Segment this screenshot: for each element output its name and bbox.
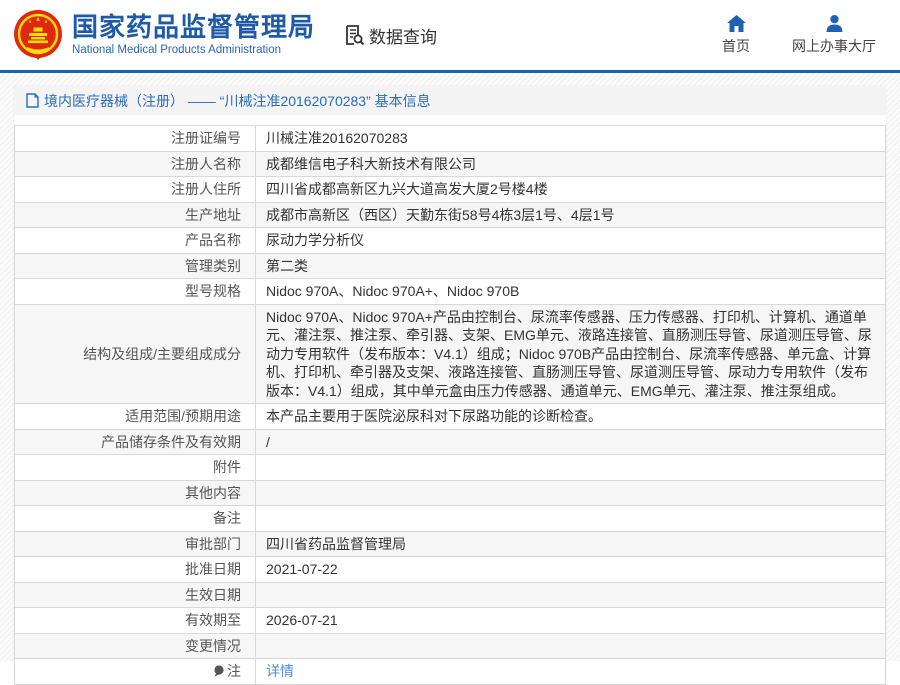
nav-home[interactable]: 首页	[722, 15, 750, 56]
row-label-text: 注册证编号	[171, 130, 241, 146]
row-label-text: 批准日期	[185, 561, 241, 577]
row-label-text: 审批部门	[185, 536, 241, 552]
row-label-text: 产品名称	[185, 232, 241, 248]
person-icon	[825, 15, 844, 32]
agency-name-zh: 国家药品监督管理局	[72, 13, 315, 42]
table-row: 产品名称尿动力学分析仪	[15, 228, 886, 254]
table-row: 附件	[15, 455, 886, 481]
table-row: 注册人住所四川省成都高新区九兴大道高发大厦2号楼4楼	[15, 177, 886, 203]
table-row: 管理类别第二类	[15, 253, 886, 279]
home-icon	[727, 15, 746, 32]
row-label: 管理类别	[15, 253, 256, 279]
content-panel: 境内医疗器械（注册） —— “川械注准20162070283” 基本信息 注册证…	[14, 86, 886, 685]
row-value: 成都维信电子科大新技术有限公司	[256, 151, 886, 177]
row-label-text: 适用范围/预期用途	[125, 408, 241, 424]
detail-link[interactable]: 详情	[266, 663, 294, 679]
row-label-text: 型号规格	[185, 283, 241, 299]
agency-name-en: National Medical Products Administration	[72, 44, 315, 57]
row-label-text: 注	[227, 663, 241, 679]
nav-data-query[interactable]: 数据查询	[343, 23, 437, 48]
row-label-text: 产品储存条件及有效期	[101, 434, 241, 450]
table-row: 批准日期 2021-07-22	[15, 557, 886, 583]
document-search-icon	[343, 24, 365, 46]
row-label-text: 有效期至	[185, 612, 241, 628]
breadcrumb-text: 境内医疗器械（注册） —— “川械注准20162070283” 基本信息	[44, 91, 431, 111]
row-value: Nidoc 970A、Nidoc 970A+、Nidoc 970B	[256, 279, 886, 305]
table-row: 审批部门四川省药品监督管理局	[15, 531, 886, 557]
table-row: 产品储存条件及有效期 /	[15, 429, 886, 455]
table-row: 适用范围/预期用途本产品主要用于医院泌尿科对下尿路功能的诊断检查。	[15, 404, 886, 430]
row-label: 批准日期	[15, 557, 256, 583]
nav-service-hall[interactable]: 网上办事大厅	[792, 15, 876, 56]
table-row: 有效期至 2026-07-21	[15, 608, 886, 634]
row-label: 生产地址	[15, 202, 256, 228]
table-row: 注册证编号川械注准20162070283	[15, 126, 886, 152]
row-label-text: 注册人名称	[171, 156, 241, 172]
row-label: 其他内容	[15, 480, 256, 506]
row-label: 有效期至	[15, 608, 256, 634]
row-value: 四川省成都高新区九兴大道高发大厦2号楼4楼	[256, 177, 886, 203]
row-label: 变更情况	[15, 633, 256, 659]
nav-home-label: 首页	[722, 36, 750, 56]
row-value: /	[256, 429, 886, 455]
row-label-text: 结构及组成/主要组成成分	[83, 346, 241, 362]
row-label-text: 其他内容	[185, 485, 241, 501]
row-label-text: 生效日期	[185, 587, 241, 603]
row-label: 注册人名称	[15, 151, 256, 177]
note-bulb-icon	[213, 665, 225, 677]
site-header: 国家药品监督管理局 National Medical Products Admi…	[0, 0, 900, 73]
registration-info-table: 注册证编号川械注准20162070283注册人名称成都维信电子科大新技术有限公司…	[14, 125, 886, 685]
table-row: 注 详情	[15, 659, 886, 685]
table-row: 型号规格 Nidoc 970A、Nidoc 970A+、Nidoc 970B	[15, 279, 886, 305]
row-label-text: 生产地址	[185, 207, 241, 223]
table-row: 生产地址成都市高新区（西区）天勤东街58号4栋3层1号、4层1号	[15, 202, 886, 228]
row-value: 详情	[256, 659, 886, 685]
row-value: Nidoc 970A、Nidoc 970A+产品由控制台、尿流率传感器、压力传感…	[256, 304, 886, 404]
row-value: 川械注准20162070283	[256, 126, 886, 152]
page-icon	[26, 93, 39, 108]
row-value: 尿动力学分析仪	[256, 228, 886, 254]
table-row: 变更情况	[15, 633, 886, 659]
row-value: 第二类	[256, 253, 886, 279]
page-background: 境内医疗器械（注册） —— “川械注准20162070283” 基本信息 注册证…	[0, 73, 900, 661]
row-label: 附件	[15, 455, 256, 481]
agency-brand[interactable]: 国家药品监督管理局 National Medical Products Admi…	[12, 9, 315, 61]
national-emblem-logo	[12, 9, 64, 61]
row-value	[256, 455, 886, 481]
table-row: 注册人名称成都维信电子科大新技术有限公司	[15, 151, 886, 177]
row-label: 注	[15, 659, 256, 685]
row-label-text: 管理类别	[185, 258, 241, 274]
row-label: 适用范围/预期用途	[15, 404, 256, 430]
row-value: 本产品主要用于医院泌尿科对下尿路功能的诊断检查。	[256, 404, 886, 430]
row-value: 2026-07-21	[256, 608, 886, 634]
row-value	[256, 633, 886, 659]
row-value: 2021-07-22	[256, 557, 886, 583]
row-label-text: 附件	[213, 459, 241, 475]
table-row: 生效日期	[15, 582, 886, 608]
nav-data-query-label: 数据查询	[369, 23, 437, 48]
breadcrumb: 境内医疗器械（注册） —— “川械注准20162070283” 基本信息	[14, 86, 886, 115]
row-label-text: 变更情况	[185, 638, 241, 654]
row-label-text: 备注	[213, 510, 241, 526]
row-label: 结构及组成/主要组成成分	[15, 304, 256, 404]
table-row: 备注	[15, 506, 886, 532]
row-label: 产品储存条件及有效期	[15, 429, 256, 455]
row-label: 型号规格	[15, 279, 256, 305]
nav-service-hall-label: 网上办事大厅	[792, 36, 876, 56]
row-value	[256, 506, 886, 532]
row-value: 成都市高新区（西区）天勤东街58号4栋3层1号、4层1号	[256, 202, 886, 228]
info-table-body: 注册证编号川械注准20162070283注册人名称成都维信电子科大新技术有限公司…	[15, 126, 886, 685]
table-row: 其他内容	[15, 480, 886, 506]
row-label: 生效日期	[15, 582, 256, 608]
row-value: 四川省药品监督管理局	[256, 531, 886, 557]
row-label: 注册证编号	[15, 126, 256, 152]
table-row: 结构及组成/主要组成成分 Nidoc 970A、Nidoc 970A+产品由控制台…	[15, 304, 886, 404]
row-value	[256, 582, 886, 608]
row-label: 备注	[15, 506, 256, 532]
row-value	[256, 480, 886, 506]
row-label-text: 注册人住所	[171, 181, 241, 197]
row-label: 注册人住所	[15, 177, 256, 203]
row-label: 审批部门	[15, 531, 256, 557]
row-label: 产品名称	[15, 228, 256, 254]
